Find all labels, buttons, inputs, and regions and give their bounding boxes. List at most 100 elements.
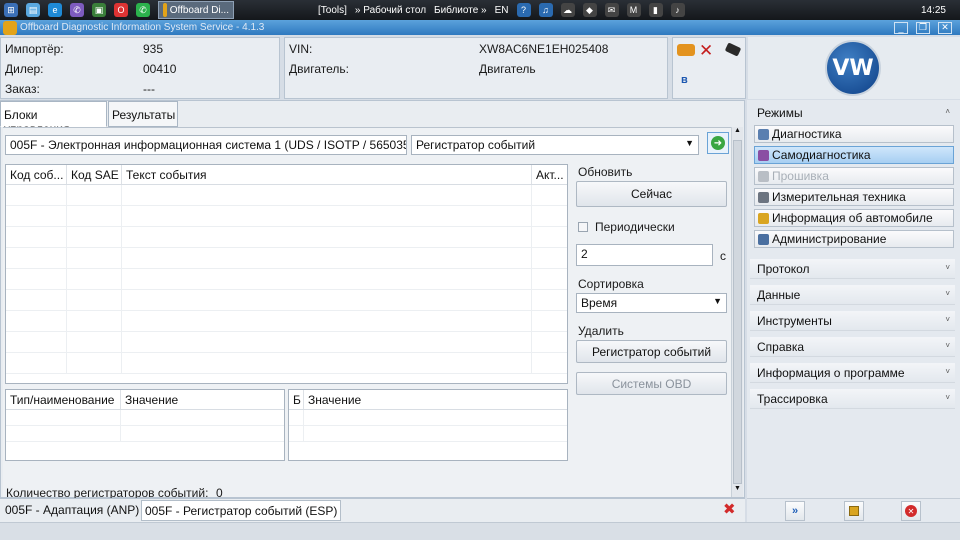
table-row [6, 410, 284, 426]
tray-app-icon[interactable]: ◆ [582, 3, 597, 17]
terminal-icon[interactable]: ▣ [92, 3, 106, 17]
window-title: Offboard Diagnostic Information System S… [20, 22, 265, 33]
taskbar-desktop[interactable]: » Рабочий стол [355, 5, 426, 16]
table-cell [6, 332, 67, 352]
sidebar-section-2[interactable]: Данные ˅ [750, 285, 955, 305]
table-cell [122, 353, 532, 373]
mode-item-4[interactable]: Измерительная техника [754, 188, 954, 206]
function-select[interactable]: Регистратор событий ▼ [411, 135, 699, 155]
table-cell [67, 248, 122, 268]
taskbar-tools[interactable]: [Tools] [318, 5, 347, 16]
mode-item-5[interactable]: Информация об автомобиле [754, 209, 954, 227]
column-header-value-right[interactable]: Значение [304, 390, 567, 409]
language-indicator[interactable]: EN [495, 5, 509, 16]
opera-icon[interactable]: O [114, 3, 128, 17]
engine-label: Двигатель: [289, 62, 349, 76]
network-icon[interactable]: ▮ [648, 3, 663, 17]
mode-item-6[interactable]: Администрирование [754, 230, 954, 248]
volume-icon[interactable]: ♪ [670, 3, 685, 17]
column-header-sae-code[interactable]: Код SAE [67, 165, 122, 184]
arrow-right-icon: ➜ [711, 136, 725, 150]
table-cell [6, 426, 121, 441]
m-icon[interactable]: M [626, 3, 641, 17]
vin-label: VIN: [289, 42, 313, 56]
browser-icon[interactable]: e [48, 3, 62, 17]
column-header-event-code[interactable]: Код соб... [6, 165, 67, 184]
close-window-icon[interactable]: ✕ [938, 21, 952, 34]
ecu-field[interactable]: 005F - Электронная информационная систем… [5, 135, 407, 155]
periodic-checkbox[interactable] [578, 222, 588, 232]
taskbar-active-app[interactable]: Offboard Di... [158, 1, 234, 19]
window-titlebar: Offboard Diagnostic Information System S… [0, 20, 960, 35]
viber-icon[interactable]: ✆ [70, 3, 84, 17]
column-header-active[interactable]: Акт... [532, 165, 567, 184]
scroll-up-icon[interactable]: ▲ [732, 127, 743, 139]
mode-item-2[interactable]: Самодиагностика [754, 146, 954, 164]
obd-systems-button[interactable]: Системы OBD [576, 372, 727, 395]
sort-select[interactable]: Время ▼ [576, 293, 727, 313]
table-cell [67, 311, 122, 331]
interval-input[interactable]: 2 [576, 244, 713, 266]
sidebar-section-3[interactable]: Инструменты ˅ [750, 311, 955, 331]
bottom-tab-event-recorder[interactable]: 005F - Регистратор событий (ESP) [141, 500, 342, 521]
column-header-event-text[interactable]: Текст события [122, 165, 532, 184]
tab-results[interactable]: Результаты [108, 101, 178, 127]
detail-table-right[interactable]: Б Значение [288, 389, 568, 461]
bottom-tab-adaptation[interactable]: 005F - Адаптация (ANP) [3, 502, 141, 520]
sidebar-section-4[interactable]: Справка ˅ [750, 337, 955, 357]
mode-item-3[interactable]: Прошивка [754, 167, 954, 185]
column-header-value[interactable]: Значение [121, 390, 284, 409]
scroll-thumb[interactable] [733, 140, 742, 484]
status-bar [0, 522, 960, 540]
odis-app-icon [163, 3, 167, 17]
taskbar-library[interactable]: Библиоте » [434, 5, 487, 16]
table-cell [6, 269, 67, 289]
table-cell [6, 290, 67, 310]
mode-item-label: Самодиагностика [772, 148, 871, 162]
active-app-label: Offboard Di... [169, 4, 229, 16]
table-row [6, 426, 284, 442]
tab-control-units[interactable]: Блоки управления [0, 101, 107, 136]
chevron-down-icon: ˅ [945, 289, 950, 298]
delete-event-recorder-button[interactable]: Регистратор событий [576, 340, 727, 363]
tray-icon[interactable]: ♫ [538, 3, 553, 17]
column-header-b[interactable]: Б [289, 390, 304, 409]
table-cell [6, 227, 67, 247]
sidebar-section-1[interactable]: Протокол ˅ [750, 259, 955, 279]
main-scrollbar[interactable]: ▲ ▼ [731, 127, 743, 497]
folder-icon[interactable]: ▤ [26, 3, 40, 17]
go-button[interactable]: ➜ [707, 132, 729, 154]
refresh-label: Обновить [578, 165, 633, 179]
modes-section-header[interactable]: Режимы ˄ [750, 103, 955, 123]
table-row [6, 332, 567, 353]
table-row [6, 227, 567, 248]
screenshot-button[interactable] [844, 501, 864, 521]
chevron-down-icon: ˅ [945, 263, 950, 272]
chevron-down-icon: ˅ [945, 315, 950, 324]
close-tab-icon[interactable]: ✖ [723, 502, 736, 518]
table-cell [6, 248, 67, 268]
chevron-down-icon: ˅ [945, 367, 950, 376]
events-table[interactable]: Код соб... Код SAE Текст события Акт... [5, 164, 568, 384]
scroll-down-icon[interactable]: ▼ [732, 485, 743, 497]
forward-button[interactable]: » [785, 501, 805, 521]
refresh-now-button[interactable]: Сейчас [576, 181, 727, 207]
sidebar-section-6[interactable]: Трассировка ˅ [750, 389, 955, 409]
table-cell [122, 311, 532, 331]
importer-label: Импортёр: [5, 42, 64, 56]
detail-table-left[interactable]: Тип/наименование Значение [5, 389, 285, 461]
exit-button[interactable]: ✕ [901, 501, 921, 521]
mail-icon[interactable]: ✉ [604, 3, 619, 17]
help-icon[interactable]: ? [516, 3, 531, 17]
column-header-type-name[interactable]: Тип/наименование [6, 390, 121, 409]
sidebar-section-5[interactable]: Информация о программе ˅ [750, 363, 955, 383]
restore-icon[interactable]: ❐ [916, 21, 930, 34]
clock[interactable]: 14:25 [921, 5, 946, 16]
minimize-icon[interactable]: _ [894, 21, 908, 34]
cloud-icon[interactable]: ☁ [560, 3, 575, 17]
taskbar-desktop-label: Рабочий стол [363, 4, 427, 16]
mode-item-1[interactable]: Диагностика [754, 125, 954, 143]
windows-start-icon[interactable]: ⊞ [4, 3, 18, 17]
whatsapp-icon[interactable]: ✆ [136, 3, 150, 17]
table-cell [6, 311, 67, 331]
